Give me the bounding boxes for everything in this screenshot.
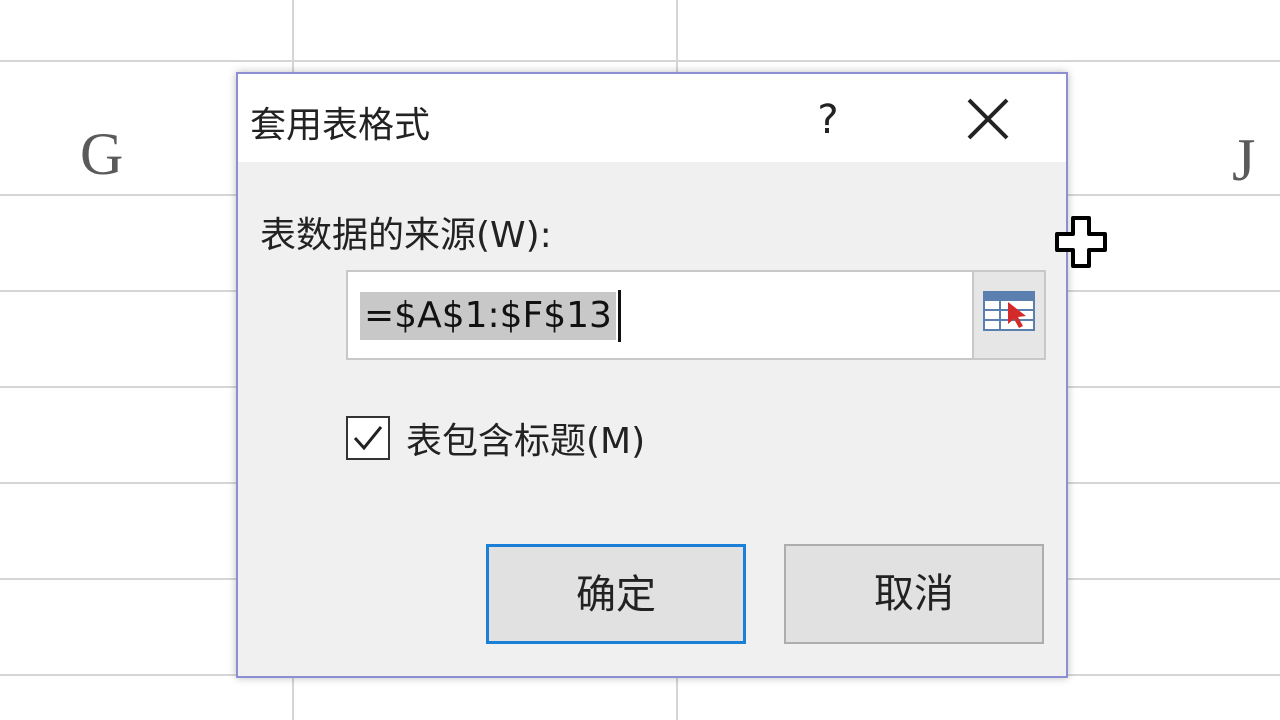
dialog-title: 套用表格式: [250, 105, 431, 146]
range-select-icon: [983, 291, 1035, 331]
help-button[interactable]: ?: [798, 92, 858, 148]
grid-line: [0, 60, 1280, 62]
text-caret: [618, 290, 621, 342]
close-icon: [967, 98, 1009, 140]
format-as-table-dialog: 套用表格式 ? 表数据的来源(W): =$A$1:$F$13 表包含标题(M) …: [236, 72, 1068, 678]
header-row-checkbox-label[interactable]: 表包含标题(M): [406, 412, 645, 464]
ok-button[interactable]: 确定: [486, 544, 746, 644]
move-cursor-icon: [1055, 216, 1107, 268]
close-button[interactable]: [953, 88, 1023, 150]
column-header-j[interactable]: J: [1232, 130, 1255, 190]
checkmark-icon: [353, 426, 383, 451]
dialog-titlebar[interactable]: 套用表格式 ?: [238, 74, 1066, 162]
range-value-selected: =$A$1:$F$13: [360, 292, 616, 340]
column-header-g[interactable]: G: [80, 124, 123, 184]
header-row-checkbox[interactable]: [346, 416, 390, 460]
source-label: 表数据的来源(W):: [260, 215, 552, 256]
range-select-button[interactable]: [972, 272, 1044, 358]
range-input[interactable]: =$A$1:$F$13: [346, 270, 1046, 360]
cancel-button[interactable]: 取消: [784, 544, 1044, 644]
